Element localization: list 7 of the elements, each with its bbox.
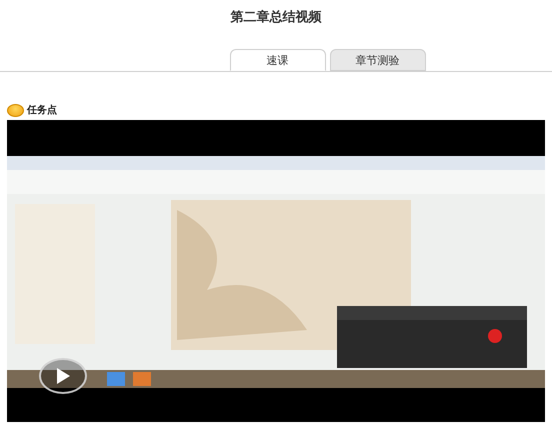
tab[interactable]: 速课	[230, 49, 326, 71]
task-point-icon	[7, 104, 24, 116]
page-title: 第二章总结视频	[230, 8, 322, 27]
task-point-label: 任务点	[27, 104, 57, 117]
tab[interactable]: 章节测验	[330, 49, 426, 71]
play-icon	[55, 367, 71, 385]
play-button[interactable]	[39, 358, 87, 394]
